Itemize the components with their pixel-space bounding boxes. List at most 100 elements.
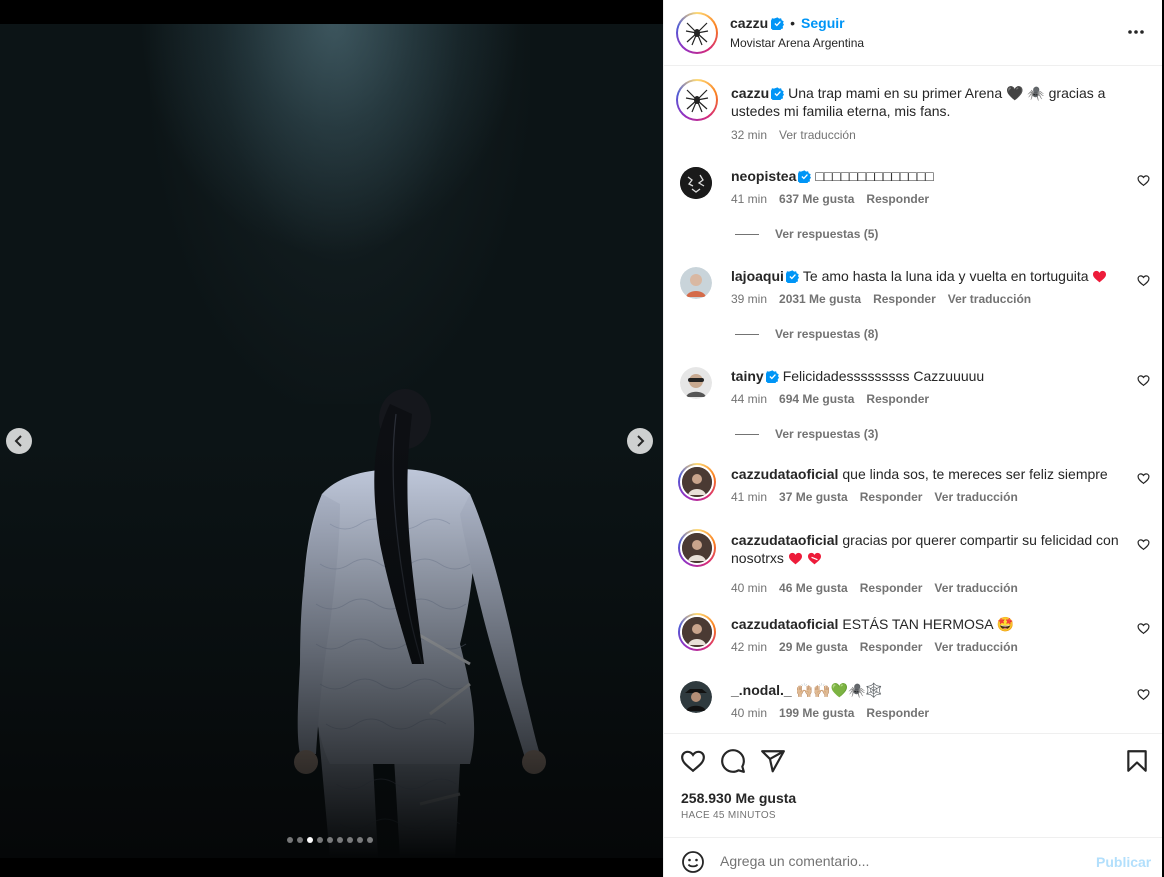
translate-button[interactable]: Ver traducción [934, 640, 1017, 654]
action-bar: 258.930 Me gusta HACE 45 MINUTOS Publica… [664, 733, 1163, 877]
comment-likes[interactable]: 46 Me gusta [779, 581, 848, 595]
comment-username[interactable]: cazzudataoficial [731, 466, 838, 482]
heart-icon[interactable] [1137, 174, 1150, 187]
reply-button[interactable]: Responder [866, 392, 929, 406]
reply-button[interactable]: Responder [860, 640, 923, 654]
author-username[interactable]: cazzu [730, 15, 768, 31]
post-location[interactable]: Movistar Arena Argentina [730, 36, 864, 50]
heart-icon[interactable] [1137, 688, 1150, 701]
carousel-dot [367, 837, 373, 843]
heart-icon[interactable] [1137, 622, 1150, 635]
heart-icon[interactable] [680, 748, 706, 774]
comment-text: Felicidadesssssssss Cazzuuuuu [782, 368, 985, 384]
comment-body: cazzudataoficial gracias por querer compa… [731, 531, 1131, 567]
heart-icon[interactable] [1137, 538, 1150, 551]
comment-username[interactable]: lajoaqui [731, 268, 784, 284]
heart-icon[interactable] [1137, 274, 1150, 287]
comment-input[interactable] [720, 850, 1080, 872]
commenter-avatar[interactable] [680, 267, 712, 299]
comment-text: Te amo hasta la luna ida y vuelta en tor… [802, 268, 1089, 284]
comment-meta: 41 min 37 Me gusta Responder Ver traducción [731, 490, 1018, 504]
commenter-avatar[interactable] [680, 367, 712, 399]
comment-username[interactable]: neopistea [731, 168, 796, 184]
comment-likes[interactable]: 37 Me gusta [779, 490, 848, 504]
comment-meta: 40 min 46 Me gusta Responder Ver traducción [731, 581, 1018, 595]
caption-username[interactable]: cazzu [731, 85, 769, 101]
view-replies-button[interactable]: Ver respuestas (3) [735, 427, 878, 441]
commenter-avatar[interactable] [678, 463, 716, 501]
comment-time[interactable]: 41 min [731, 490, 767, 504]
comment-likes[interactable]: 637 Me gusta [779, 192, 854, 206]
carousel-dot [307, 837, 313, 843]
commenter-avatar[interactable] [680, 681, 712, 713]
more-icon[interactable] [1126, 22, 1146, 42]
add-comment-bar: Publicar [664, 837, 1163, 877]
reply-button[interactable]: Responder [866, 706, 929, 720]
chevron-left-icon [14, 435, 22, 447]
reply-button[interactable]: Responder [866, 192, 929, 206]
comment-likes[interactable]: 29 Me gusta [779, 640, 848, 654]
comment-username[interactable]: tainy [731, 368, 764, 384]
replies-line [735, 333, 759, 335]
reply-button[interactable]: Responder [873, 292, 936, 306]
comment-body: lajoaqui Te amo hasta la luna ida y vuelt… [731, 267, 1131, 285]
header-separator: • [790, 15, 796, 31]
verified-icon [765, 370, 779, 383]
comment-time[interactable]: 44 min [731, 392, 767, 406]
comments-list[interactable]: cazzu Una trap mami en su primer Arena 🖤 … [664, 67, 1163, 733]
likes-count[interactable]: 258.930 Me gusta [681, 790, 796, 806]
post-time-ago[interactable]: HACE 45 MINUTOS [681, 810, 776, 821]
carousel-dot [357, 837, 363, 843]
verified-icon [798, 170, 812, 183]
next-slide-button[interactable] [627, 428, 653, 454]
author-avatar[interactable] [676, 12, 718, 54]
comment-meta: 40 min 199 Me gusta Responder [731, 706, 929, 720]
caption-time[interactable]: 32 min [731, 128, 767, 142]
commenter-avatar[interactable] [678, 613, 716, 651]
verified-icon [785, 270, 799, 283]
comment-meta: 39 min 2031 Me gusta Responder Ver traducci… [731, 292, 1031, 306]
comment-time[interactable]: 41 min [731, 192, 767, 206]
comment-meta: 42 min 29 Me gusta Responder Ver traducción [731, 640, 1018, 654]
translate-button[interactable]: Ver traducción [934, 490, 1017, 504]
comment-username[interactable]: cazzudataoficial [731, 532, 838, 548]
carousel-dot [317, 837, 323, 843]
follow-button[interactable]: Seguir [801, 15, 845, 31]
comment-likes[interactable]: 199 Me gusta [779, 706, 854, 720]
comment-body: _.nodal._ 🙌🏼🙌🏼💚🕷️🕸️ [731, 681, 1131, 699]
smiley-icon[interactable] [681, 850, 705, 874]
view-replies-label: Ver respuestas (3) [775, 427, 879, 441]
heart-icon[interactable] [1137, 374, 1150, 387]
comment-meta: 44 min 694 Me gusta Responder [731, 392, 929, 406]
caption-translate[interactable]: Ver traducción [779, 128, 856, 142]
view-replies-button[interactable]: Ver respuestas (8) [735, 327, 878, 341]
publish-button[interactable]: Publicar [1096, 854, 1151, 870]
comment-username[interactable]: cazzudataoficial [731, 616, 838, 632]
reply-button[interactable]: Responder [860, 581, 923, 595]
comment-time[interactable]: 40 min [731, 706, 767, 720]
heart-icon[interactable] [1137, 472, 1150, 485]
comment-text: □□□□□□□□□□□□□□ [815, 168, 934, 184]
comment-icon[interactable] [720, 748, 746, 774]
carousel-dot [327, 837, 333, 843]
post-header: cazzu • Seguir Movistar Arena Argentina [664, 0, 1163, 66]
reply-button[interactable]: Responder [860, 490, 923, 504]
previous-slide-button[interactable] [6, 428, 32, 454]
translate-button[interactable]: Ver traducción [934, 581, 1017, 595]
verified-icon [771, 16, 785, 30]
caption-meta: 32 min Ver traducción [731, 128, 856, 142]
commenter-avatar[interactable] [678, 529, 716, 567]
comment-likes[interactable]: 694 Me gusta [779, 392, 854, 406]
translate-button[interactable]: Ver traducción [948, 292, 1031, 306]
comment-time[interactable]: 40 min [731, 581, 767, 595]
bookmark-icon[interactable] [1124, 748, 1150, 774]
comment-time[interactable]: 39 min [731, 292, 767, 306]
comment-text: ESTÁS TAN HERMOSA 🤩 [842, 616, 1015, 632]
commenter-avatar[interactable] [680, 167, 712, 199]
view-replies-button[interactable]: Ver respuestas (5) [735, 227, 878, 241]
caption-avatar[interactable] [676, 79, 718, 121]
comment-likes[interactable]: 2031 Me gusta [779, 292, 861, 306]
comment-time[interactable]: 42 min [731, 640, 767, 654]
comment-username[interactable]: _.nodal._ [731, 682, 792, 698]
share-icon[interactable] [760, 748, 786, 774]
